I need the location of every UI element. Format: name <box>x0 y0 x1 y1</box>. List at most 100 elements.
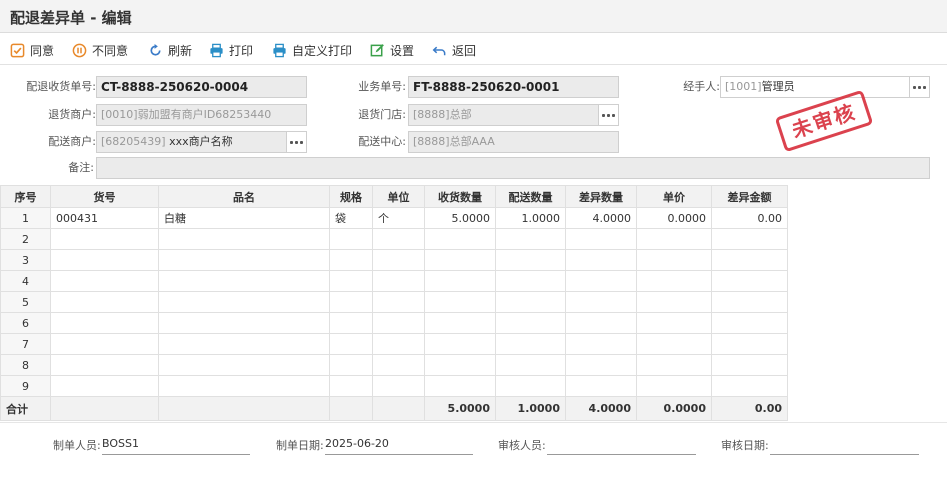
col-header[interactable]: 序号 <box>0 185 51 208</box>
cell-delivered-qty[interactable] <box>495 375 566 397</box>
cell-diff-amount[interactable] <box>711 375 788 397</box>
cell-diff-qty[interactable] <box>565 333 637 355</box>
cell-item-code[interactable] <box>50 333 159 355</box>
cell-item-name[interactable]: 白糖 <box>158 207 330 229</box>
cell-spec[interactable] <box>329 375 373 397</box>
cell-item-code[interactable] <box>50 228 159 250</box>
cell-spec[interactable] <box>329 291 373 313</box>
cell-unit-price[interactable] <box>636 312 712 334</box>
cell-item-name[interactable] <box>158 228 330 250</box>
cell-item-code[interactable] <box>50 249 159 271</box>
table-row[interactable]: 1 000431 白糖袋个 5.0000 1.0000 4.0000 0.0000 0.00 <box>0 207 788 229</box>
cell-spec[interactable] <box>329 354 373 376</box>
disagree-button[interactable]: 不同意 <box>72 41 128 59</box>
cell-item-name[interactable] <box>158 291 330 313</box>
cell-diff-amount[interactable] <box>711 312 788 334</box>
cell-spec[interactable] <box>329 333 373 355</box>
cell-item-name[interactable] <box>158 333 330 355</box>
cell-spec[interactable]: 袋 <box>329 207 373 229</box>
cell-unit-price[interactable] <box>636 228 712 250</box>
cell-unit[interactable] <box>372 375 425 397</box>
cell-delivered-qty[interactable] <box>495 312 566 334</box>
cell-received-qty[interactable]: 5.0000 <box>424 207 496 229</box>
remark-field[interactable] <box>96 157 930 179</box>
col-header[interactable]: 单价 <box>636 185 712 208</box>
cell-item-name[interactable] <box>158 354 330 376</box>
col-header[interactable]: 配送数量 <box>495 185 566 208</box>
cell-unit-price[interactable] <box>636 333 712 355</box>
cell-diff-qty[interactable]: 4.0000 <box>565 207 637 229</box>
table-row[interactable]: 8 <box>0 354 788 376</box>
cell-diff-qty[interactable] <box>565 270 637 292</box>
cell-delivered-qty[interactable] <box>495 291 566 313</box>
delivery-merchant-lookup-button[interactable] <box>286 132 306 152</box>
receipt-no-field[interactable]: CT-8888-250620-0004 <box>96 76 307 98</box>
table-row[interactable]: 6 <box>0 312 788 334</box>
col-header[interactable]: 差异金额 <box>711 185 788 208</box>
cell-received-qty[interactable] <box>424 249 496 271</box>
cell-diff-amount[interactable] <box>711 249 788 271</box>
cell-diff-amount[interactable] <box>711 228 788 250</box>
cell-diff-qty[interactable] <box>565 375 637 397</box>
cell-delivered-qty[interactable]: 1.0000 <box>495 207 566 229</box>
cell-unit[interactable]: 个 <box>372 207 425 229</box>
refresh-button[interactable]: 刷新 <box>148 41 192 59</box>
table-row[interactable]: 3 <box>0 249 788 271</box>
cell-diff-qty[interactable] <box>565 354 637 376</box>
cell-delivered-qty[interactable] <box>495 249 566 271</box>
table-row[interactable]: 2 <box>0 228 788 250</box>
cell-diff-qty[interactable] <box>565 249 637 271</box>
cell-delivered-qty[interactable] <box>495 270 566 292</box>
cell-received-qty[interactable] <box>424 375 496 397</box>
cell-received-qty[interactable] <box>424 312 496 334</box>
cell-item-name[interactable] <box>158 249 330 271</box>
cell-unit[interactable] <box>372 249 425 271</box>
custom-print-button[interactable]: 自定义打印 <box>272 41 352 59</box>
cell-item-name[interactable] <box>158 312 330 334</box>
handler-field[interactable]: [1001]管理员 <box>720 76 930 98</box>
col-header[interactable]: 品名 <box>158 185 330 208</box>
cell-diff-qty[interactable] <box>565 228 637 250</box>
table-row[interactable]: 9 <box>0 375 788 397</box>
business-no-field[interactable]: FT-8888-250620-0001 <box>408 76 619 98</box>
delivery-merchant-field[interactable]: [68205439] xxx商户名称 <box>96 131 307 153</box>
col-header[interactable]: 规格 <box>329 185 373 208</box>
cell-unit-price[interactable]: 0.0000 <box>636 207 712 229</box>
cell-received-qty[interactable] <box>424 291 496 313</box>
cell-spec[interactable] <box>329 228 373 250</box>
col-header[interactable]: 收货数量 <box>424 185 496 208</box>
col-header[interactable]: 差异数量 <box>565 185 637 208</box>
delivery-center-field[interactable]: [8888]总部AAA <box>408 131 619 153</box>
cell-item-name[interactable] <box>158 270 330 292</box>
cell-unit[interactable] <box>372 354 425 376</box>
cell-received-qty[interactable] <box>424 270 496 292</box>
cell-delivered-qty[interactable] <box>495 354 566 376</box>
cell-item-code[interactable] <box>50 291 159 313</box>
print-button[interactable]: 打印 <box>209 41 253 59</box>
return-store-field[interactable]: [8888]总部 <box>408 104 619 126</box>
return-store-lookup-button[interactable] <box>598 105 618 125</box>
cell-unit[interactable] <box>372 312 425 334</box>
table-row[interactable]: 5 <box>0 291 788 313</box>
cell-spec[interactable] <box>329 270 373 292</box>
cell-spec[interactable] <box>329 312 373 334</box>
cell-item-name[interactable] <box>158 375 330 397</box>
cell-unit-price[interactable] <box>636 249 712 271</box>
cell-unit-price[interactable] <box>636 354 712 376</box>
cell-unit[interactable] <box>372 228 425 250</box>
settings-button[interactable]: 设置 <box>370 41 414 59</box>
cell-diff-amount[interactable] <box>711 354 788 376</box>
cell-item-code[interactable] <box>50 375 159 397</box>
cell-diff-qty[interactable] <box>565 291 637 313</box>
col-header[interactable]: 单位 <box>372 185 425 208</box>
cell-delivered-qty[interactable] <box>495 228 566 250</box>
cell-delivered-qty[interactable] <box>495 333 566 355</box>
cell-unit[interactable] <box>372 291 425 313</box>
cell-received-qty[interactable] <box>424 333 496 355</box>
cell-diff-amount[interactable] <box>711 291 788 313</box>
cell-received-qty[interactable] <box>424 354 496 376</box>
cell-diff-amount[interactable]: 0.00 <box>711 207 788 229</box>
agree-button[interactable]: 同意 <box>10 41 54 59</box>
cell-diff-qty[interactable] <box>565 312 637 334</box>
col-header[interactable]: 货号 <box>50 185 159 208</box>
